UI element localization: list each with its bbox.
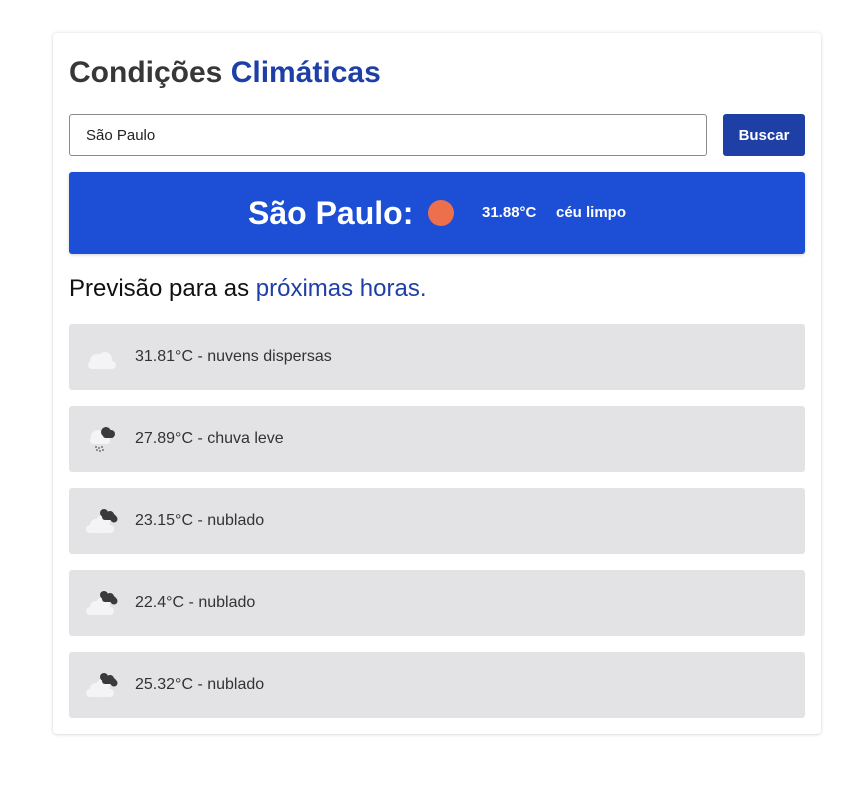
current-weather-banner: São Paulo: 31.88°C céu limpo — [69, 172, 805, 254]
forecast-text: 23.15°C - nublado — [135, 512, 265, 529]
forecast-item: 31.81°C - nuvens dispersas — [69, 324, 805, 390]
forecast-text: 27.89°C - chuva leve — [135, 430, 284, 447]
forecast-text: 25.32°C - nublado — [135, 676, 265, 693]
sun-icon — [428, 200, 454, 226]
overcast-clouds-icon — [86, 509, 118, 533]
forecast-heading-main: Previsão para as — [69, 275, 250, 302]
search-button[interactable]: Buscar — [723, 114, 805, 156]
forecast-heading: Previsão para as próximas horas. — [69, 273, 427, 305]
current-temperature: 31.88°C — [482, 204, 537, 221]
current-city: São Paulo: — [248, 195, 414, 231]
forecast-list: 31.81°C - nuvens dispersas 27.89°C - chu… — [69, 324, 805, 734]
forecast-text: 22.4°C - nublado — [135, 594, 256, 611]
forecast-item: 27.89°C - chuva leve — [69, 406, 805, 472]
title-main: Condições — [69, 56, 223, 89]
forecast-item: 23.15°C - nublado — [69, 488, 805, 554]
title-accent: Climáticas — [230, 56, 381, 89]
forecast-text: 31.81°C - nuvens dispersas — [135, 348, 332, 365]
forecast-item: 25.32°C - nublado — [69, 652, 805, 718]
forecast-item: 22.4°C - nublado — [69, 570, 805, 636]
weather-card: Condições Climáticas Buscar São Paulo: 3… — [53, 33, 821, 734]
forecast-heading-accent: próximas horas. — [255, 275, 427, 302]
city-search-input[interactable] — [69, 114, 707, 156]
light-rain-icon — [90, 427, 115, 452]
page-title: Condições Climáticas — [69, 55, 381, 91]
current-description: céu limpo — [556, 204, 627, 221]
overcast-clouds-icon — [86, 673, 118, 697]
overcast-clouds-icon — [86, 591, 118, 615]
scattered-clouds-icon — [88, 352, 116, 369]
